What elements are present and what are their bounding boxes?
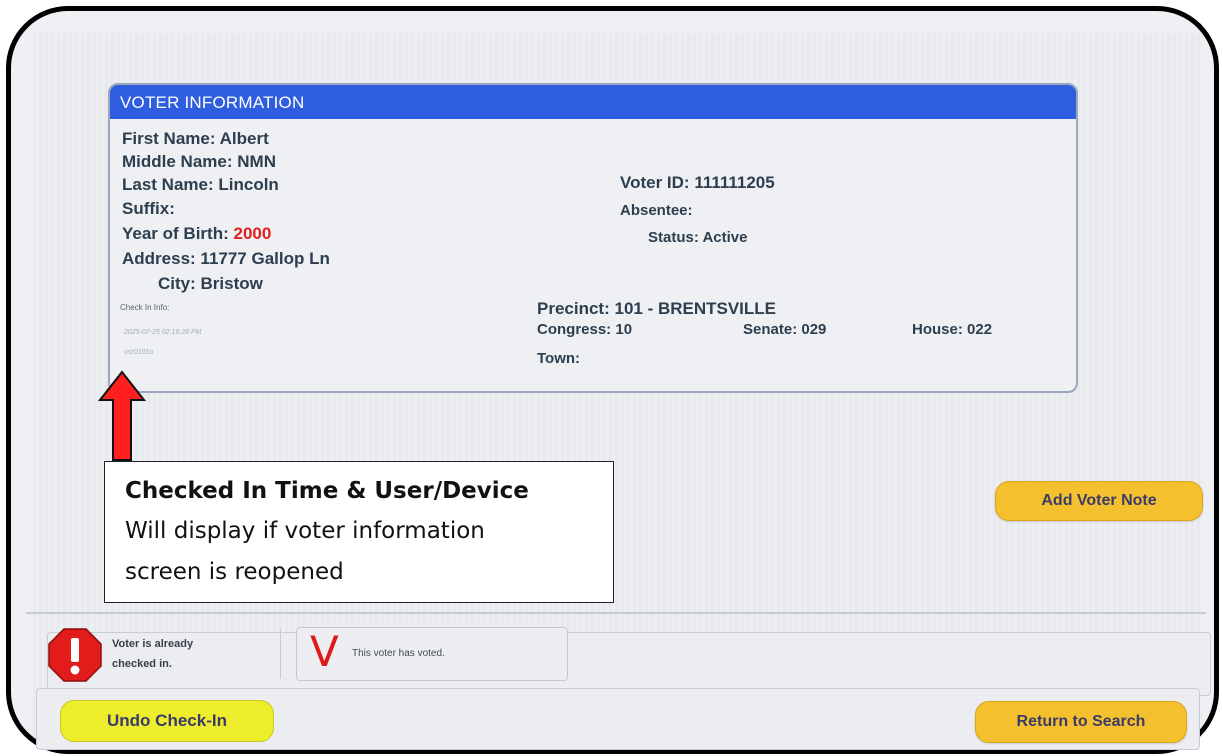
check-in-user: usr0101o [124, 349, 154, 356]
last-name-value: Lincoln [218, 175, 279, 194]
voter-id-value: 111111205 [694, 173, 775, 192]
callout-line-1: Will display if voter information [125, 518, 485, 544]
callout-box: Checked In Time & User/Device Will displ… [104, 461, 614, 603]
return-to-search-button[interactable]: Return to Search [975, 701, 1187, 743]
status-divider [280, 629, 281, 679]
undo-check-in-button[interactable]: Undo Check-In [60, 700, 274, 742]
year-of-birth-value: 2000 [233, 224, 272, 243]
suffix-label: Suffix: [122, 199, 175, 218]
absentee-label: Absentee: [620, 202, 693, 219]
year-of-birth-label: Year of Birth: [122, 224, 229, 243]
status-field: Status: Active [648, 229, 748, 246]
town-label: Town: [537, 350, 581, 367]
year-of-birth-field: Year of Birth: 2000 [122, 224, 271, 244]
voter-id-label: Voter ID: [620, 173, 690, 192]
congress-label: Congress: [537, 321, 612, 338]
middle-name-value: NMN [237, 152, 276, 171]
city-label: City: [158, 274, 196, 293]
senate-value: 029 [801, 321, 827, 338]
absentee-field: Absentee: [620, 202, 693, 219]
alert-stop-icon [48, 628, 102, 682]
checked-in-line-1: Voter is already [112, 638, 194, 650]
add-voter-note-button[interactable]: Add Voter Note [995, 481, 1203, 521]
house-label: House: [912, 321, 963, 338]
congress-value: 10 [615, 321, 633, 338]
callout-title: Checked In Time & User/Device [125, 478, 529, 504]
checked-in-line-2: checked in. [112, 658, 172, 670]
precinct-value: 101 - BRENTSVILLE [614, 299, 777, 318]
house-value: 022 [967, 321, 993, 338]
first-name-field: First Name: Albert [122, 129, 269, 149]
status-bar [47, 632, 1211, 696]
first-name-label: First Name: [122, 129, 216, 148]
address-value: 11777 Gallop Ln [200, 249, 330, 268]
check-in-info-label: Check In Info: [120, 303, 170, 312]
congress-field: Congress: 10 [537, 321, 632, 338]
separator [26, 612, 1206, 614]
voted-check-mark: V [310, 627, 339, 676]
address-field: Address: 11777 Gallop Ln [122, 249, 330, 269]
town-field: Town: [537, 350, 580, 367]
middle-name-label: Middle Name: [122, 152, 233, 171]
check-in-timestamp: 2025-07-25 02:16:28 PM [124, 329, 202, 336]
senate-label: Senate: [743, 321, 798, 338]
status-value: Active [702, 229, 748, 246]
callout-line-2: screen is reopened [125, 559, 344, 585]
first-name-value: Albert [219, 129, 269, 148]
address-label: Address: [122, 249, 196, 268]
card-header: VOTER INFORMATION [110, 85, 1076, 119]
voter-id-field: Voter ID: 111111205 [620, 173, 775, 193]
status-label: Status: [648, 229, 699, 246]
middle-name-field: Middle Name: NMN [122, 152, 276, 172]
last-name-field: Last Name: Lincoln [122, 175, 279, 195]
arrow-up-icon [98, 370, 146, 461]
house-field: House: 022 [912, 321, 992, 338]
suffix-field: Suffix: [122, 199, 175, 219]
precinct-field: Precinct: 101 - BRENTSVILLE [537, 299, 776, 319]
checked-in-status-text: Voter is already checked in. [112, 634, 193, 674]
voted-status-text: This voter has voted. [352, 648, 445, 659]
precinct-label: Precinct: [537, 299, 610, 318]
senate-field: Senate: 029 [743, 321, 826, 338]
city-value: Bristow [200, 274, 263, 293]
last-name-label: Last Name: [122, 175, 214, 194]
voter-information-card: VOTER INFORMATION First Name: Albert Mid… [108, 83, 1078, 393]
city-field: City: Bristow [158, 274, 263, 294]
